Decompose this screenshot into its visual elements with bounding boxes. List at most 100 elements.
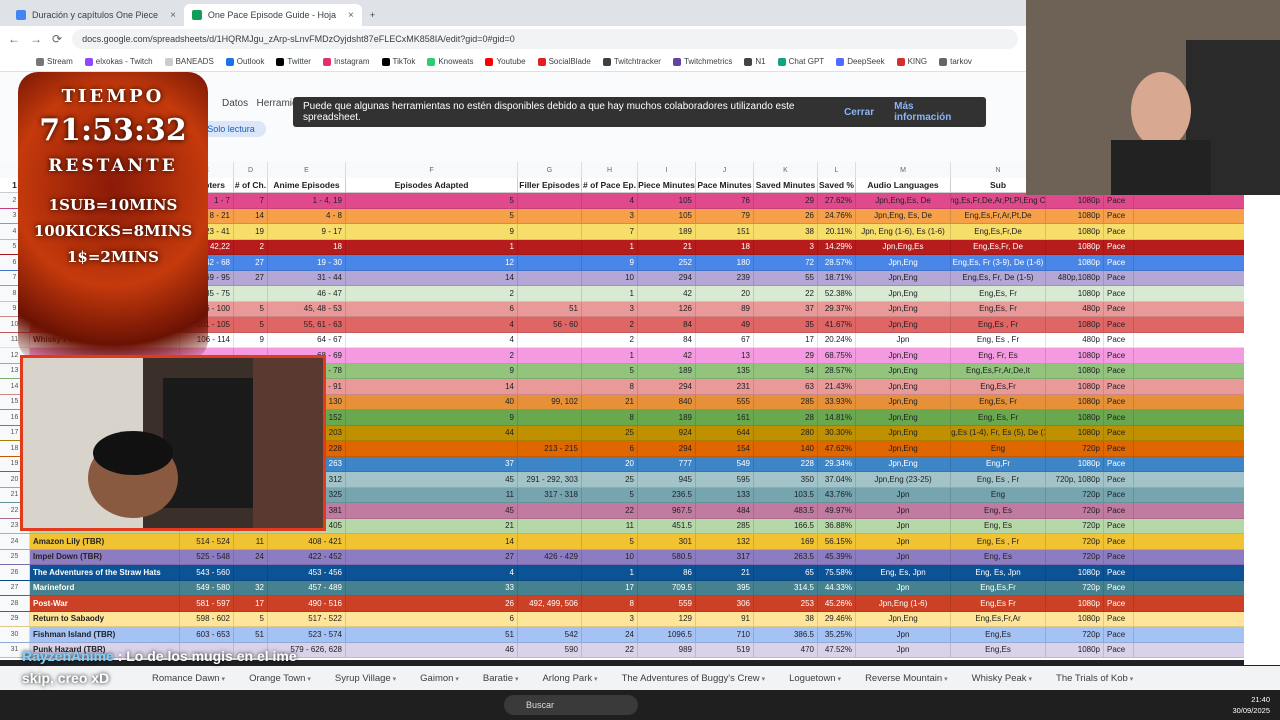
cell-pe[interactable]: 3 bbox=[582, 301, 638, 316]
cell-fe[interactable] bbox=[518, 410, 582, 425]
table-row[interactable]: 25 Impel Down (TBR) 525 - 548 24 422 - 452 27… bbox=[0, 549, 1244, 565]
cell-sm[interactable]: 166.5 bbox=[754, 518, 818, 533]
cell-fe[interactable]: 291 - 292, 303 bbox=[518, 472, 582, 487]
cell-pa[interactable]: 151 bbox=[696, 224, 754, 239]
cell-fe[interactable] bbox=[518, 348, 582, 363]
cell-sm[interactable]: 72 bbox=[754, 255, 818, 270]
cell-al[interactable]: Eng, Es, Jpn bbox=[856, 565, 951, 580]
cell-sub[interactable]: Eng, Es , Fr bbox=[951, 332, 1046, 347]
cell-sub[interactable]: Eng,Es,Fr, De bbox=[951, 239, 1046, 254]
cell-sp[interactable]: 20.24% bbox=[818, 332, 856, 347]
cell-pe[interactable]: 5 bbox=[582, 363, 638, 378]
cell-pm[interactable]: 126 bbox=[638, 301, 696, 316]
cell-sp[interactable]: 36.88% bbox=[818, 518, 856, 533]
cell-sm[interactable]: 350 bbox=[754, 472, 818, 487]
pace-link-cell[interactable]: Pace bbox=[1104, 549, 1134, 564]
cell-ea[interactable]: 46 bbox=[346, 642, 518, 657]
pace-link-cell[interactable]: Pace bbox=[1104, 301, 1134, 316]
cell-pa[interactable]: 285 bbox=[696, 518, 754, 533]
cell-sp[interactable]: 35.25% bbox=[818, 627, 856, 642]
bookmark-item[interactable]: Instagram bbox=[322, 57, 370, 66]
cell-q[interactable]: 1080p bbox=[1046, 317, 1104, 332]
pace-link-cell[interactable]: Pace bbox=[1104, 425, 1134, 440]
menu-herramientas[interactable]: Herramie bbox=[256, 98, 297, 109]
cell-ae[interactable]: 1 - 4, 19 bbox=[268, 193, 346, 208]
cell-sp[interactable]: 28.57% bbox=[818, 363, 856, 378]
cell-fe[interactable] bbox=[518, 611, 582, 626]
arc-name-cell[interactable]: Return to Sabaody bbox=[30, 611, 180, 626]
cell-fe[interactable] bbox=[518, 363, 582, 378]
cell-pm[interactable]: 301 bbox=[638, 534, 696, 549]
cell-sp[interactable]: 28.57% bbox=[818, 255, 856, 270]
cell-al[interactable]: Jpn,Eng bbox=[856, 301, 951, 316]
cell-al[interactable]: Jpn,Eng (1-6) bbox=[856, 596, 951, 611]
cell-sp[interactable]: 45.39% bbox=[818, 549, 856, 564]
sheet-tab[interactable]: Whisky Peak bbox=[960, 673, 1044, 684]
cell-pm[interactable]: 105 bbox=[638, 208, 696, 223]
cell-q[interactable]: 1080p bbox=[1046, 224, 1104, 239]
cell-sm[interactable]: 483.5 bbox=[754, 503, 818, 518]
cell-sp[interactable]: 44.33% bbox=[818, 580, 856, 595]
cell-ea[interactable]: 14 bbox=[346, 534, 518, 549]
arc-name-cell[interactable]: Marineford bbox=[30, 580, 180, 595]
cell-q[interactable]: 720p bbox=[1046, 441, 1104, 456]
cell-sm[interactable]: 285 bbox=[754, 394, 818, 409]
cell-ch[interactable]: 525 - 548 bbox=[180, 549, 234, 564]
pace-link-cell[interactable]: Pace bbox=[1104, 410, 1134, 425]
cell-pe[interactable]: 10 bbox=[582, 549, 638, 564]
cell-nc[interactable]: 17 bbox=[234, 596, 268, 611]
cell-pm[interactable]: 580.5 bbox=[638, 549, 696, 564]
table-row[interactable]: 27 Marineford 549 - 580 32 457 - 489 33 17 709.… bbox=[0, 580, 1244, 596]
pace-link-cell[interactable]: Pace bbox=[1104, 518, 1134, 533]
cell-fe[interactable] bbox=[518, 255, 582, 270]
cell-sm[interactable]: 55 bbox=[754, 270, 818, 285]
bookmark-item[interactable]: Twitter bbox=[276, 57, 311, 66]
cell-pe[interactable]: 3 bbox=[582, 208, 638, 223]
close-icon[interactable]: × bbox=[348, 10, 354, 21]
cell-al[interactable]: Jpn,Eng,Es bbox=[856, 239, 951, 254]
cell-sub[interactable]: Eng,Es,Fr,Ar bbox=[951, 611, 1046, 626]
pace-link-cell[interactable]: Pace bbox=[1104, 642, 1134, 657]
bookmark-item[interactable]: N1 bbox=[744, 57, 766, 66]
cell-fe[interactable] bbox=[518, 270, 582, 285]
cell-pe[interactable]: 25 bbox=[582, 425, 638, 440]
cell-al[interactable]: Jpn,Eng bbox=[856, 270, 951, 285]
cell-ea[interactable]: 2 bbox=[346, 348, 518, 363]
cell-pm[interactable]: 777 bbox=[638, 456, 696, 471]
cell-pe[interactable]: 1 bbox=[582, 239, 638, 254]
sheet-tab[interactable]: Baratie bbox=[471, 673, 531, 684]
cell-sub[interactable]: Eng,Es, Fr (3-9), De (1-6) bbox=[951, 255, 1046, 270]
cell-nc[interactable]: 5 bbox=[234, 317, 268, 332]
cell-pm[interactable]: 189 bbox=[638, 224, 696, 239]
bookmark-item[interactable]: KING bbox=[896, 57, 927, 66]
cell-pm[interactable]: 451.5 bbox=[638, 518, 696, 533]
cell-ch[interactable]: 543 - 560 bbox=[180, 565, 234, 580]
cell-pa[interactable]: 317 bbox=[696, 549, 754, 564]
cell-fe[interactable]: 492, 499, 506 bbox=[518, 596, 582, 611]
cell-sm[interactable]: 386.5 bbox=[754, 627, 818, 642]
cell-al[interactable]: Jpn, Eng (1-6), Es (1-6) bbox=[856, 224, 951, 239]
cell-al[interactable]: Jpn bbox=[856, 534, 951, 549]
arc-name-cell[interactable]: Post-War bbox=[30, 596, 180, 611]
cell-sm[interactable]: 470 bbox=[754, 642, 818, 657]
cell-pe[interactable]: 8 bbox=[582, 379, 638, 394]
cell-q[interactable]: 720p bbox=[1046, 534, 1104, 549]
cell-al[interactable]: Jpn,Eng bbox=[856, 255, 951, 270]
cell-al[interactable]: Jpn bbox=[856, 518, 951, 533]
cell-ea[interactable]: 9 bbox=[346, 410, 518, 425]
cell-ea[interactable]: 14 bbox=[346, 270, 518, 285]
cell-ae[interactable]: 523 - 574 bbox=[268, 627, 346, 642]
bookmark-item[interactable]: Knoweats bbox=[427, 57, 473, 66]
cell-pm[interactable]: 945 bbox=[638, 472, 696, 487]
cell-pm[interactable]: 252 bbox=[638, 255, 696, 270]
cell-pa[interactable]: 180 bbox=[696, 255, 754, 270]
cell-pa[interactable]: 20 bbox=[696, 286, 754, 301]
cell-pm[interactable]: 294 bbox=[638, 379, 696, 394]
cell-sp[interactable]: 41.67% bbox=[818, 317, 856, 332]
cell-sp[interactable]: 14.81% bbox=[818, 410, 856, 425]
cell-pm[interactable]: 189 bbox=[638, 410, 696, 425]
cell-pm[interactable]: 1096.5 bbox=[638, 627, 696, 642]
cell-al[interactable]: Jpn,Eng bbox=[856, 379, 951, 394]
cell-pa[interactable]: 549 bbox=[696, 456, 754, 471]
cell-ea[interactable]: 44 bbox=[346, 425, 518, 440]
